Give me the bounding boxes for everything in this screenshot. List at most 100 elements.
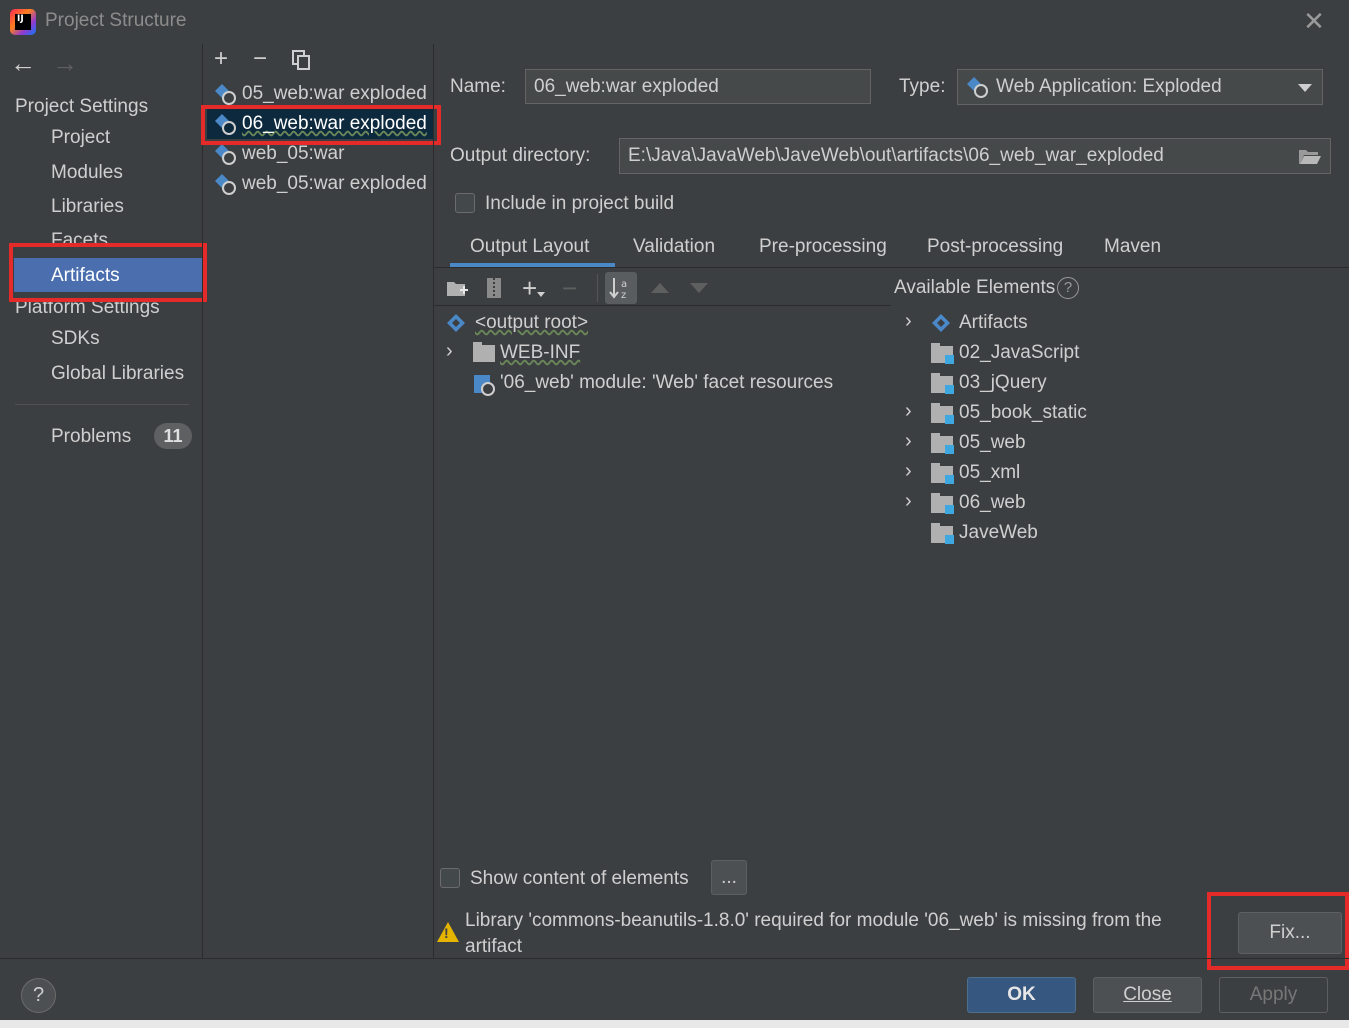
show-content-options-button[interactable]: ... [711, 860, 747, 895]
module-folder-icon [931, 493, 954, 514]
folder-browse-icon[interactable] [1298, 147, 1322, 165]
available-elements-header: Available Elements [894, 277, 1056, 298]
back-arrow-icon[interactable]: ← [10, 48, 36, 79]
sidebar-item-problems[interactable]: Problems [51, 426, 131, 448]
highlight-selected-artifact-box [201, 105, 441, 145]
sidebar-item-modules[interactable]: Modules [51, 162, 123, 184]
add-dropdown-icon[interactable] [537, 292, 545, 297]
sidebar-border [202, 44, 203, 959]
sidebar-item-global-libraries[interactable]: Global Libraries [51, 363, 184, 385]
show-content-checkbox[interactable] [440, 868, 460, 888]
sidebar-item-sdks[interactable]: SDKs [51, 328, 100, 350]
type-label: Type: [899, 76, 946, 97]
output-directory-label: Output directory: [450, 145, 591, 166]
available-item[interactable]: 05_book_static [959, 402, 1087, 424]
copy-artifact-icon[interactable] [292, 50, 310, 70]
problems-count-badge: 11 [154, 423, 192, 449]
tab-validation[interactable]: Validation [633, 236, 715, 258]
chevron-right-icon[interactable]: › [905, 460, 912, 483]
type-dropdown[interactable]: Web Application: Exploded [957, 69, 1323, 105]
web-artifact-icon [967, 77, 988, 98]
artifact-name: 05_web:war exploded [242, 83, 427, 104]
available-item[interactable]: 06_web [959, 492, 1026, 514]
tab-maven[interactable]: Maven [1104, 236, 1161, 258]
tab-post-processing[interactable]: Post-processing [927, 236, 1063, 258]
highlight-artifacts-box [9, 243, 207, 302]
warning-message-line2: artifact [465, 936, 523, 957]
archive-icon[interactable] [486, 277, 502, 299]
title-bar [0, 0, 1349, 44]
module-folder-icon [931, 343, 954, 364]
svg-text:a: a [621, 279, 627, 290]
forward-arrow-icon[interactable]: → [52, 48, 78, 79]
available-item[interactable]: 05_xml [959, 462, 1020, 484]
intellij-app-icon: IJ [10, 9, 36, 35]
module-folder-icon [931, 523, 954, 544]
add-artifact-icon[interactable]: + [214, 45, 228, 73]
web-artifact-icon [215, 174, 236, 195]
sidebar-item-libraries[interactable]: Libraries [51, 196, 124, 218]
facet-resources-node[interactable]: '06_web' module: 'Web' facet resources [500, 372, 833, 394]
include-in-build-label: Include in project build [485, 193, 675, 214]
sidebar-divider [15, 404, 189, 405]
tab-divider [434, 267, 1349, 268]
available-item[interactable]: Artifacts [959, 312, 1028, 334]
list-border [433, 44, 434, 959]
tab-pre-processing[interactable]: Pre-processing [759, 236, 887, 258]
window-title: Project Structure [45, 10, 187, 31]
artifact-name: web_05:war exploded [242, 173, 427, 194]
name-label: Name: [450, 76, 506, 97]
add-element-icon[interactable]: + [522, 273, 537, 304]
folder-icon [473, 342, 495, 362]
help-button[interactable]: ? [21, 978, 56, 1013]
artifact-name: web_05:war [242, 143, 345, 164]
web-facet-icon [474, 375, 495, 396]
help-circle-icon[interactable]: ? [1057, 277, 1079, 299]
available-item[interactable]: JaveWeb [959, 522, 1038, 544]
chevron-right-icon[interactable]: › [905, 400, 912, 423]
module-folder-icon [931, 403, 954, 424]
warning-exclamation: ! [444, 925, 449, 941]
chevron-right-icon[interactable]: › [446, 340, 453, 363]
available-item[interactable]: 03_jQuery [959, 372, 1047, 394]
artifacts-icon [932, 314, 950, 332]
include-in-build-checkbox[interactable] [455, 193, 475, 213]
web-artifact-icon [215, 144, 236, 165]
web-inf-node[interactable]: WEB-INF [500, 342, 580, 364]
footer-divider [0, 958, 1349, 959]
tab-output-layout[interactable]: Output Layout [470, 236, 589, 258]
move-up-icon[interactable] [651, 283, 669, 293]
new-directory-icon[interactable] [446, 280, 468, 298]
taskbar-strip [0, 1020, 1349, 1028]
remove-element-icon[interactable]: − [562, 273, 577, 304]
ok-button[interactable]: OK [967, 977, 1076, 1013]
output-directory-field[interactable]: E:\Java\JavaWeb\JaveWeb\out\artifacts\06… [619, 138, 1331, 174]
toolbar-separator [597, 274, 598, 302]
move-down-icon[interactable] [690, 283, 708, 293]
artifact-list-item[interactable]: web_05:war exploded [207, 169, 433, 199]
sort-alpha-icon[interactable]: az [605, 272, 637, 304]
available-item[interactable]: 05_web [959, 432, 1026, 454]
chevron-right-icon[interactable]: › [905, 430, 912, 453]
chevron-down-icon[interactable] [1298, 84, 1312, 92]
chevron-right-icon[interactable]: › [905, 490, 912, 513]
module-folder-icon [931, 463, 954, 484]
layout-toolbar-divider [434, 305, 891, 306]
remove-artifact-icon[interactable]: − [253, 45, 267, 73]
warning-message-line1: Library 'commons-beanutils-1.8.0' requir… [465, 910, 1162, 931]
close-button[interactable]: Close [1093, 977, 1202, 1013]
apply-button[interactable]: Apply [1219, 977, 1328, 1013]
close-icon[interactable]: ✕ [1301, 8, 1327, 34]
module-folder-icon [931, 373, 954, 394]
svg-text:z: z [621, 290, 626, 301]
chevron-right-icon[interactable]: › [905, 310, 912, 333]
name-field[interactable]: 06_web:war exploded [525, 69, 871, 104]
project-settings-header: Project Settings [15, 96, 149, 117]
available-item[interactable]: 02_JavaScript [959, 342, 1079, 364]
sidebar-item-project[interactable]: Project [51, 127, 110, 149]
output-root-node[interactable]: <output root> [475, 312, 588, 334]
close-button-label: Close [1123, 984, 1172, 1005]
module-folder-icon [931, 433, 954, 454]
web-artifact-icon [215, 84, 236, 105]
show-content-label: Show content of elements [470, 868, 689, 889]
